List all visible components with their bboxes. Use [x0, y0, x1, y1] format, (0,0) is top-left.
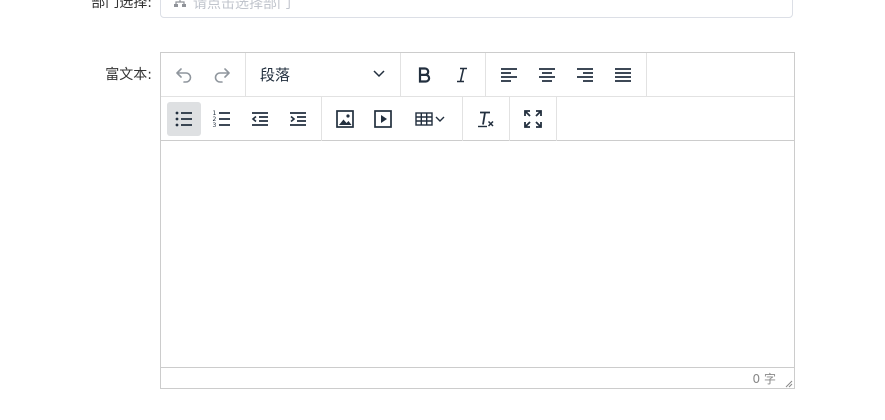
svg-text:3: 3	[213, 122, 217, 129]
undo-icon	[174, 65, 194, 85]
richtext-label: 富文本:	[105, 67, 152, 83]
bullet-list-icon	[174, 109, 194, 129]
rich-text-editor: 段落 1 2 3 0 字	[160, 52, 795, 389]
media-button[interactable]	[366, 102, 400, 136]
align-right-icon	[575, 65, 595, 85]
toolbar-row-secondary: 123	[161, 96, 794, 141]
department-label: 部门选择:	[91, 0, 152, 11]
fullscreen-button[interactable]	[516, 102, 550, 136]
block-format-select[interactable]: 段落	[250, 58, 396, 92]
clear-format-icon	[476, 109, 496, 129]
format-group	[463, 96, 510, 141]
table-icon	[414, 109, 434, 129]
redo-icon	[212, 65, 232, 85]
italic-button[interactable]	[445, 58, 479, 92]
insert-group	[322, 96, 463, 141]
editor-statusbar: 0 字	[161, 367, 794, 388]
editor-content-area[interactable]	[161, 141, 794, 367]
department-select-input[interactable]: 请点击选择部门	[160, 0, 793, 18]
image-icon	[335, 109, 355, 129]
align-left-button[interactable]	[492, 58, 526, 92]
align-justify-icon	[613, 65, 633, 85]
bold-button[interactable]	[407, 58, 441, 92]
alignment-group	[486, 52, 647, 97]
block-format-group: 段落	[246, 52, 401, 97]
align-left-icon	[499, 65, 519, 85]
block-format-value: 段落	[260, 66, 291, 84]
align-center-icon	[537, 65, 557, 85]
media-icon	[373, 109, 393, 129]
indent-button[interactable]	[281, 102, 315, 136]
org-tree-icon	[173, 0, 187, 13]
text-style-group	[401, 52, 486, 97]
table-button[interactable]	[404, 102, 456, 136]
numbered-list-icon: 123	[212, 109, 232, 129]
indent-icon	[288, 109, 308, 129]
align-center-button[interactable]	[530, 58, 564, 92]
outdent-button[interactable]	[243, 102, 277, 136]
table-chevron-down-icon	[434, 113, 446, 125]
word-count: 0 字	[752, 371, 776, 386]
image-button[interactable]	[328, 102, 362, 136]
resize-handle-icon[interactable]	[783, 377, 793, 388]
view-group	[510, 96, 557, 141]
fullscreen-icon	[523, 109, 543, 129]
department-placeholder: 请点击选择部门	[193, 0, 291, 12]
chevron-down-icon	[372, 66, 386, 84]
clear-format-button[interactable]	[469, 102, 503, 136]
list-group: 123	[161, 96, 322, 141]
align-right-button[interactable]	[568, 58, 602, 92]
outdent-icon	[250, 109, 270, 129]
redo-button[interactable]	[205, 58, 239, 92]
bullet-list-button[interactable]	[167, 101, 201, 136]
bold-icon	[414, 65, 434, 85]
toolbar-row-primary: 段落	[161, 52, 794, 97]
history-group	[161, 52, 246, 97]
italic-icon	[452, 65, 472, 85]
numbered-list-button[interactable]: 123	[205, 102, 239, 136]
undo-button[interactable]	[167, 58, 201, 92]
align-justify-button[interactable]	[606, 58, 640, 92]
